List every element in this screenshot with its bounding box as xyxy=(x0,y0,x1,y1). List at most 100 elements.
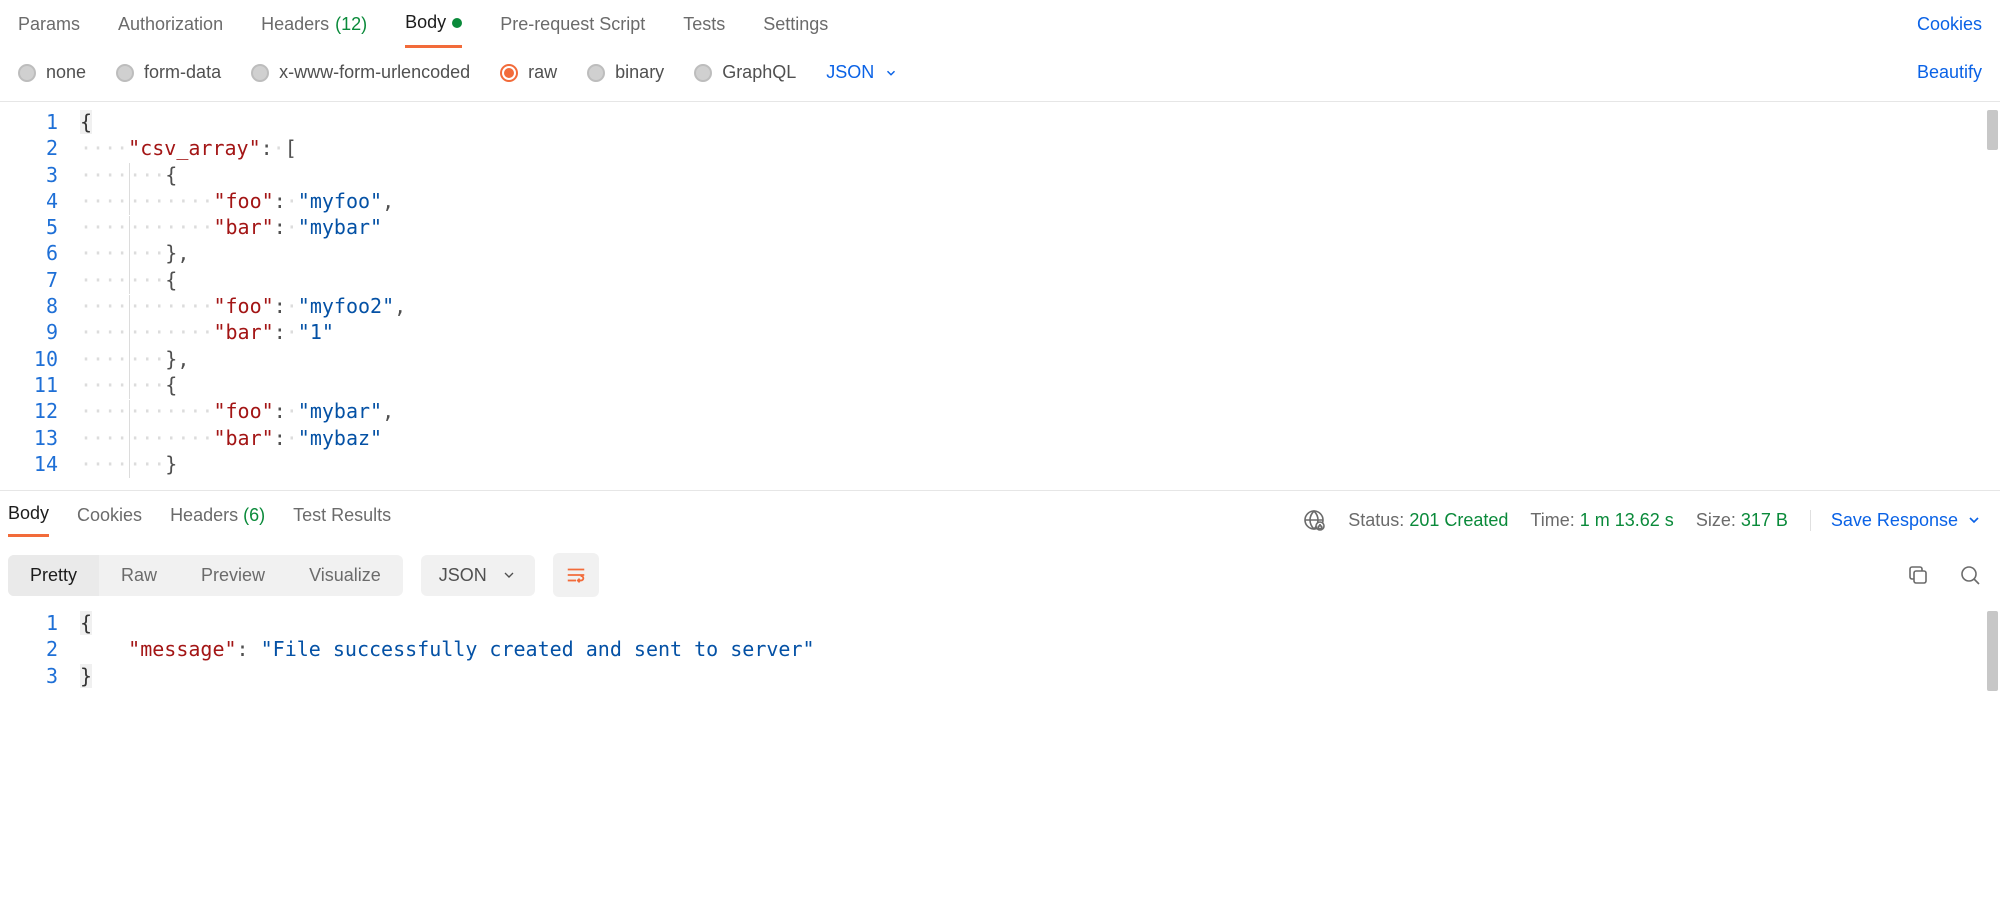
radio-label: none xyxy=(46,62,86,83)
radio-raw[interactable]: raw xyxy=(500,62,557,83)
code-line: 11·······{ xyxy=(0,373,2000,399)
radio-graphql[interactable]: GraphQL xyxy=(694,62,796,83)
tab-tests[interactable]: Tests xyxy=(683,0,725,48)
code-line: 6·······}, xyxy=(0,241,2000,267)
seg-preview[interactable]: Preview xyxy=(179,555,287,596)
radio-icon xyxy=(587,64,605,82)
request-tabs: Params Authorization Headers (12) Body P… xyxy=(0,0,2000,48)
chevron-down-icon xyxy=(1966,512,1982,528)
status-value: 201 Created xyxy=(1409,510,1508,530)
line-number: 4 xyxy=(0,189,80,213)
code-line: 10·······}, xyxy=(0,347,2000,373)
line-number: 6 xyxy=(0,241,80,265)
line-number: 3 xyxy=(0,163,80,187)
line-number: 8 xyxy=(0,294,80,318)
code-content: ···········"bar":·"mybaz" xyxy=(80,426,382,453)
size-meta[interactable]: Size: 317 B xyxy=(1696,510,1788,531)
request-body-editor[interactable]: 1{2····"csv_array":·[3·······{4·········… xyxy=(0,101,2000,491)
wrap-lines-icon xyxy=(565,564,587,586)
code-line: 13···········"bar":·"mybaz" xyxy=(0,426,2000,452)
code-line: 2 "message": "File successfully created … xyxy=(0,637,2000,663)
radio-icon xyxy=(694,64,712,82)
search-icon xyxy=(1958,563,1982,587)
radio-icon xyxy=(116,64,134,82)
code-content: ·······}, xyxy=(80,347,189,374)
resp-tab-test-results[interactable]: Test Results xyxy=(293,505,391,536)
code-content: ···········"foo":·"myfoo2", xyxy=(80,294,406,321)
network-icon[interactable] xyxy=(1302,508,1326,532)
response-view-segment: Pretty Raw Preview Visualize xyxy=(8,555,403,596)
seg-visualize[interactable]: Visualize xyxy=(287,555,403,596)
line-number: 9 xyxy=(0,320,80,344)
code-content: "message": "File successfully created an… xyxy=(80,637,815,661)
response-language-dropdown[interactable]: JSON xyxy=(421,555,535,596)
body-type-row: none form-data x-www-form-urlencoded raw… xyxy=(0,48,2000,101)
dropdown-label: JSON xyxy=(439,565,487,586)
radio-icon xyxy=(18,64,36,82)
code-line: 8···········"foo":·"myfoo2", xyxy=(0,294,2000,320)
line-number: 14 xyxy=(0,452,80,476)
chevron-down-icon xyxy=(501,567,517,583)
tab-headers[interactable]: Headers (12) xyxy=(261,0,367,48)
radio-none[interactable]: none xyxy=(18,62,86,83)
radio-form-data[interactable]: form-data xyxy=(116,62,221,83)
chevron-down-icon xyxy=(884,66,898,80)
beautify-link[interactable]: Beautify xyxy=(1917,62,1982,83)
line-number: 10 xyxy=(0,347,80,371)
cookies-link[interactable]: Cookies xyxy=(1917,14,1982,35)
tab-label: Body xyxy=(8,503,49,523)
meta-label: Status: xyxy=(1348,510,1404,530)
code-line: 14·······} xyxy=(0,452,2000,478)
size-value: 317 B xyxy=(1741,510,1788,530)
save-response-label: Save Response xyxy=(1831,510,1958,531)
code-content: ·······}, xyxy=(80,241,189,268)
radio-label: raw xyxy=(528,62,557,83)
radio-icon xyxy=(251,64,269,82)
response-meta-row: Body Cookies Headers (6) Test Results St… xyxy=(0,491,2000,537)
resp-tab-body[interactable]: Body xyxy=(8,503,49,537)
code-content: ···········"bar":·"1" xyxy=(80,320,334,347)
tab-settings[interactable]: Settings xyxy=(763,0,828,48)
code-line: 1{ xyxy=(0,110,2000,136)
body-language-dropdown[interactable]: JSON xyxy=(826,62,898,83)
scrollbar-vertical[interactable] xyxy=(1987,611,1998,691)
response-body-editor[interactable]: 1{2 "message": "File successfully create… xyxy=(0,605,2000,710)
tab-label: Pre-request Script xyxy=(500,14,645,35)
radio-label: form-data xyxy=(144,62,221,83)
scrollbar-vertical[interactable] xyxy=(1987,110,1998,150)
code-line: 4···········"foo":·"myfoo", xyxy=(0,189,2000,215)
radio-label: binary xyxy=(615,62,664,83)
save-response-dropdown[interactable]: Save Response xyxy=(1810,510,1982,531)
resp-tab-cookies[interactable]: Cookies xyxy=(77,505,142,536)
body-types: none form-data x-www-form-urlencoded raw… xyxy=(18,62,898,83)
tab-label: Tests xyxy=(683,14,725,35)
copy-button[interactable] xyxy=(1906,563,1930,587)
code-content: ·······{ xyxy=(80,268,177,295)
tab-pre-request-script[interactable]: Pre-request Script xyxy=(500,0,645,48)
seg-raw[interactable]: Raw xyxy=(99,555,179,596)
response-tabs: Body Cookies Headers (6) Test Results xyxy=(8,503,391,537)
resp-tab-headers[interactable]: Headers (6) xyxy=(170,505,265,536)
radio-label: x-www-form-urlencoded xyxy=(279,62,470,83)
code-content: ···········"foo":·"mybar", xyxy=(80,399,394,426)
time-meta[interactable]: Time: 1 m 13.62 s xyxy=(1530,510,1673,531)
tab-body[interactable]: Body xyxy=(405,0,462,48)
status-meta[interactable]: Status: 201 Created xyxy=(1348,510,1508,531)
copy-icon xyxy=(1906,563,1930,587)
search-button[interactable] xyxy=(1958,563,1982,587)
radio-binary[interactable]: binary xyxy=(587,62,664,83)
tab-authorization[interactable]: Authorization xyxy=(118,0,223,48)
radio-label: GraphQL xyxy=(722,62,796,83)
radio-icon xyxy=(500,64,518,82)
response-toolbar: Pretty Raw Preview Visualize JSON xyxy=(0,537,2000,605)
line-number: 2 xyxy=(0,637,80,661)
line-number: 3 xyxy=(0,664,80,688)
radio-x-www-form-urlencoded[interactable]: x-www-form-urlencoded xyxy=(251,62,470,83)
code-content: ·······} xyxy=(80,452,177,479)
code-content: { xyxy=(80,611,92,635)
line-number: 2 xyxy=(0,136,80,160)
wrap-lines-button[interactable] xyxy=(553,553,599,597)
seg-pretty[interactable]: Pretty xyxy=(8,555,99,596)
code-content: ·······{ xyxy=(80,373,177,400)
tab-params[interactable]: Params xyxy=(18,0,80,48)
